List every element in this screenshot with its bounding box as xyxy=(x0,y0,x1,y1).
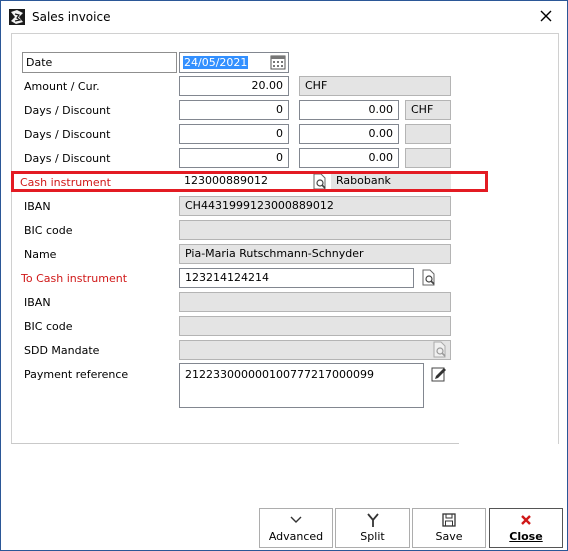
amount-input[interactable]: 20.00 xyxy=(179,76,289,96)
window-title: Sales invoice xyxy=(32,10,111,24)
save-label: Save xyxy=(435,530,463,543)
date-label-box: Date xyxy=(22,52,177,73)
to-cash-instrument-input[interactable]: 123214124214 xyxy=(179,268,414,288)
amount-label: Amount / Cur. xyxy=(24,80,100,93)
name-label: Name xyxy=(24,248,57,261)
close-icon xyxy=(490,512,562,528)
iban-field: CH4431999123000889012 xyxy=(179,196,451,216)
discount-currency-field xyxy=(405,124,451,144)
split-label: Split xyxy=(360,530,385,543)
discount-currency-field: CHF xyxy=(405,100,451,120)
sales-invoice-window: Sales invoice Date 24/05/2021 Amount / C… xyxy=(0,0,568,551)
save-icon xyxy=(413,512,485,528)
name-field: Pia-Maria Rutschmann-Schnyder xyxy=(179,244,451,264)
date-value: 24/05/2021 xyxy=(183,56,249,69)
discount-input[interactable]: 0.00 xyxy=(299,100,399,120)
currency-field: CHF xyxy=(299,76,451,96)
close-label: Close xyxy=(509,530,543,543)
to-iban-label: IBAN xyxy=(24,296,51,309)
chevron-down-icon xyxy=(260,512,332,528)
discount-currency-field xyxy=(405,148,451,168)
days-discount-label: Days / Discount xyxy=(24,128,111,141)
days-discount-label: Days / Discount xyxy=(24,152,111,165)
title-bar: Sales invoice xyxy=(1,1,567,33)
to-bic-label: BIC code xyxy=(24,320,73,333)
edit-note-icon[interactable] xyxy=(430,365,448,383)
lookup-icon[interactable] xyxy=(420,269,438,287)
days-input[interactable]: 0 xyxy=(179,124,289,144)
advanced-label: Advanced xyxy=(268,530,324,543)
iban-label: IBAN xyxy=(24,200,51,213)
days-input[interactable]: 0 xyxy=(179,100,289,120)
bic-label: BIC code xyxy=(24,224,73,237)
payment-reference-label: Payment reference xyxy=(24,368,129,381)
lookup-icon xyxy=(431,341,449,359)
cash-instrument-label: Cash instrument xyxy=(20,176,111,189)
split-button[interactable]: Split xyxy=(335,508,410,548)
days-discount-label: Days / Discount xyxy=(24,104,111,117)
sdd-mandate-field xyxy=(179,340,451,360)
to-cash-instrument-label: To Cash instrument xyxy=(21,272,128,285)
calendar-icon[interactable] xyxy=(269,53,287,71)
bic-field xyxy=(179,220,451,240)
payment-reference-value: 212233000000100777217000099 xyxy=(185,368,374,381)
advanced-button[interactable]: Advanced xyxy=(259,508,333,548)
payment-reference-input[interactable]: 212233000000100777217000099 xyxy=(179,363,424,408)
bank-name-field: Rabobank xyxy=(331,172,451,192)
lookup-icon[interactable] xyxy=(311,173,329,191)
app-icon xyxy=(9,9,25,25)
close-button[interactable]: Close xyxy=(489,508,563,548)
to-iban-field xyxy=(179,292,451,312)
sdd-mandate-label: SDD Mandate xyxy=(24,344,100,357)
save-button[interactable]: Save xyxy=(412,508,486,548)
to-bic-field xyxy=(179,316,451,336)
close-icon[interactable] xyxy=(535,5,557,27)
discount-input[interactable]: 0.00 xyxy=(299,148,399,168)
date-label: Date xyxy=(26,56,53,69)
cash-instrument-input[interactable]: 123000889012 xyxy=(179,172,329,192)
split-icon xyxy=(336,512,409,528)
days-input[interactable]: 0 xyxy=(179,148,289,168)
divider xyxy=(11,443,459,444)
discount-input[interactable]: 0.00 xyxy=(299,124,399,144)
